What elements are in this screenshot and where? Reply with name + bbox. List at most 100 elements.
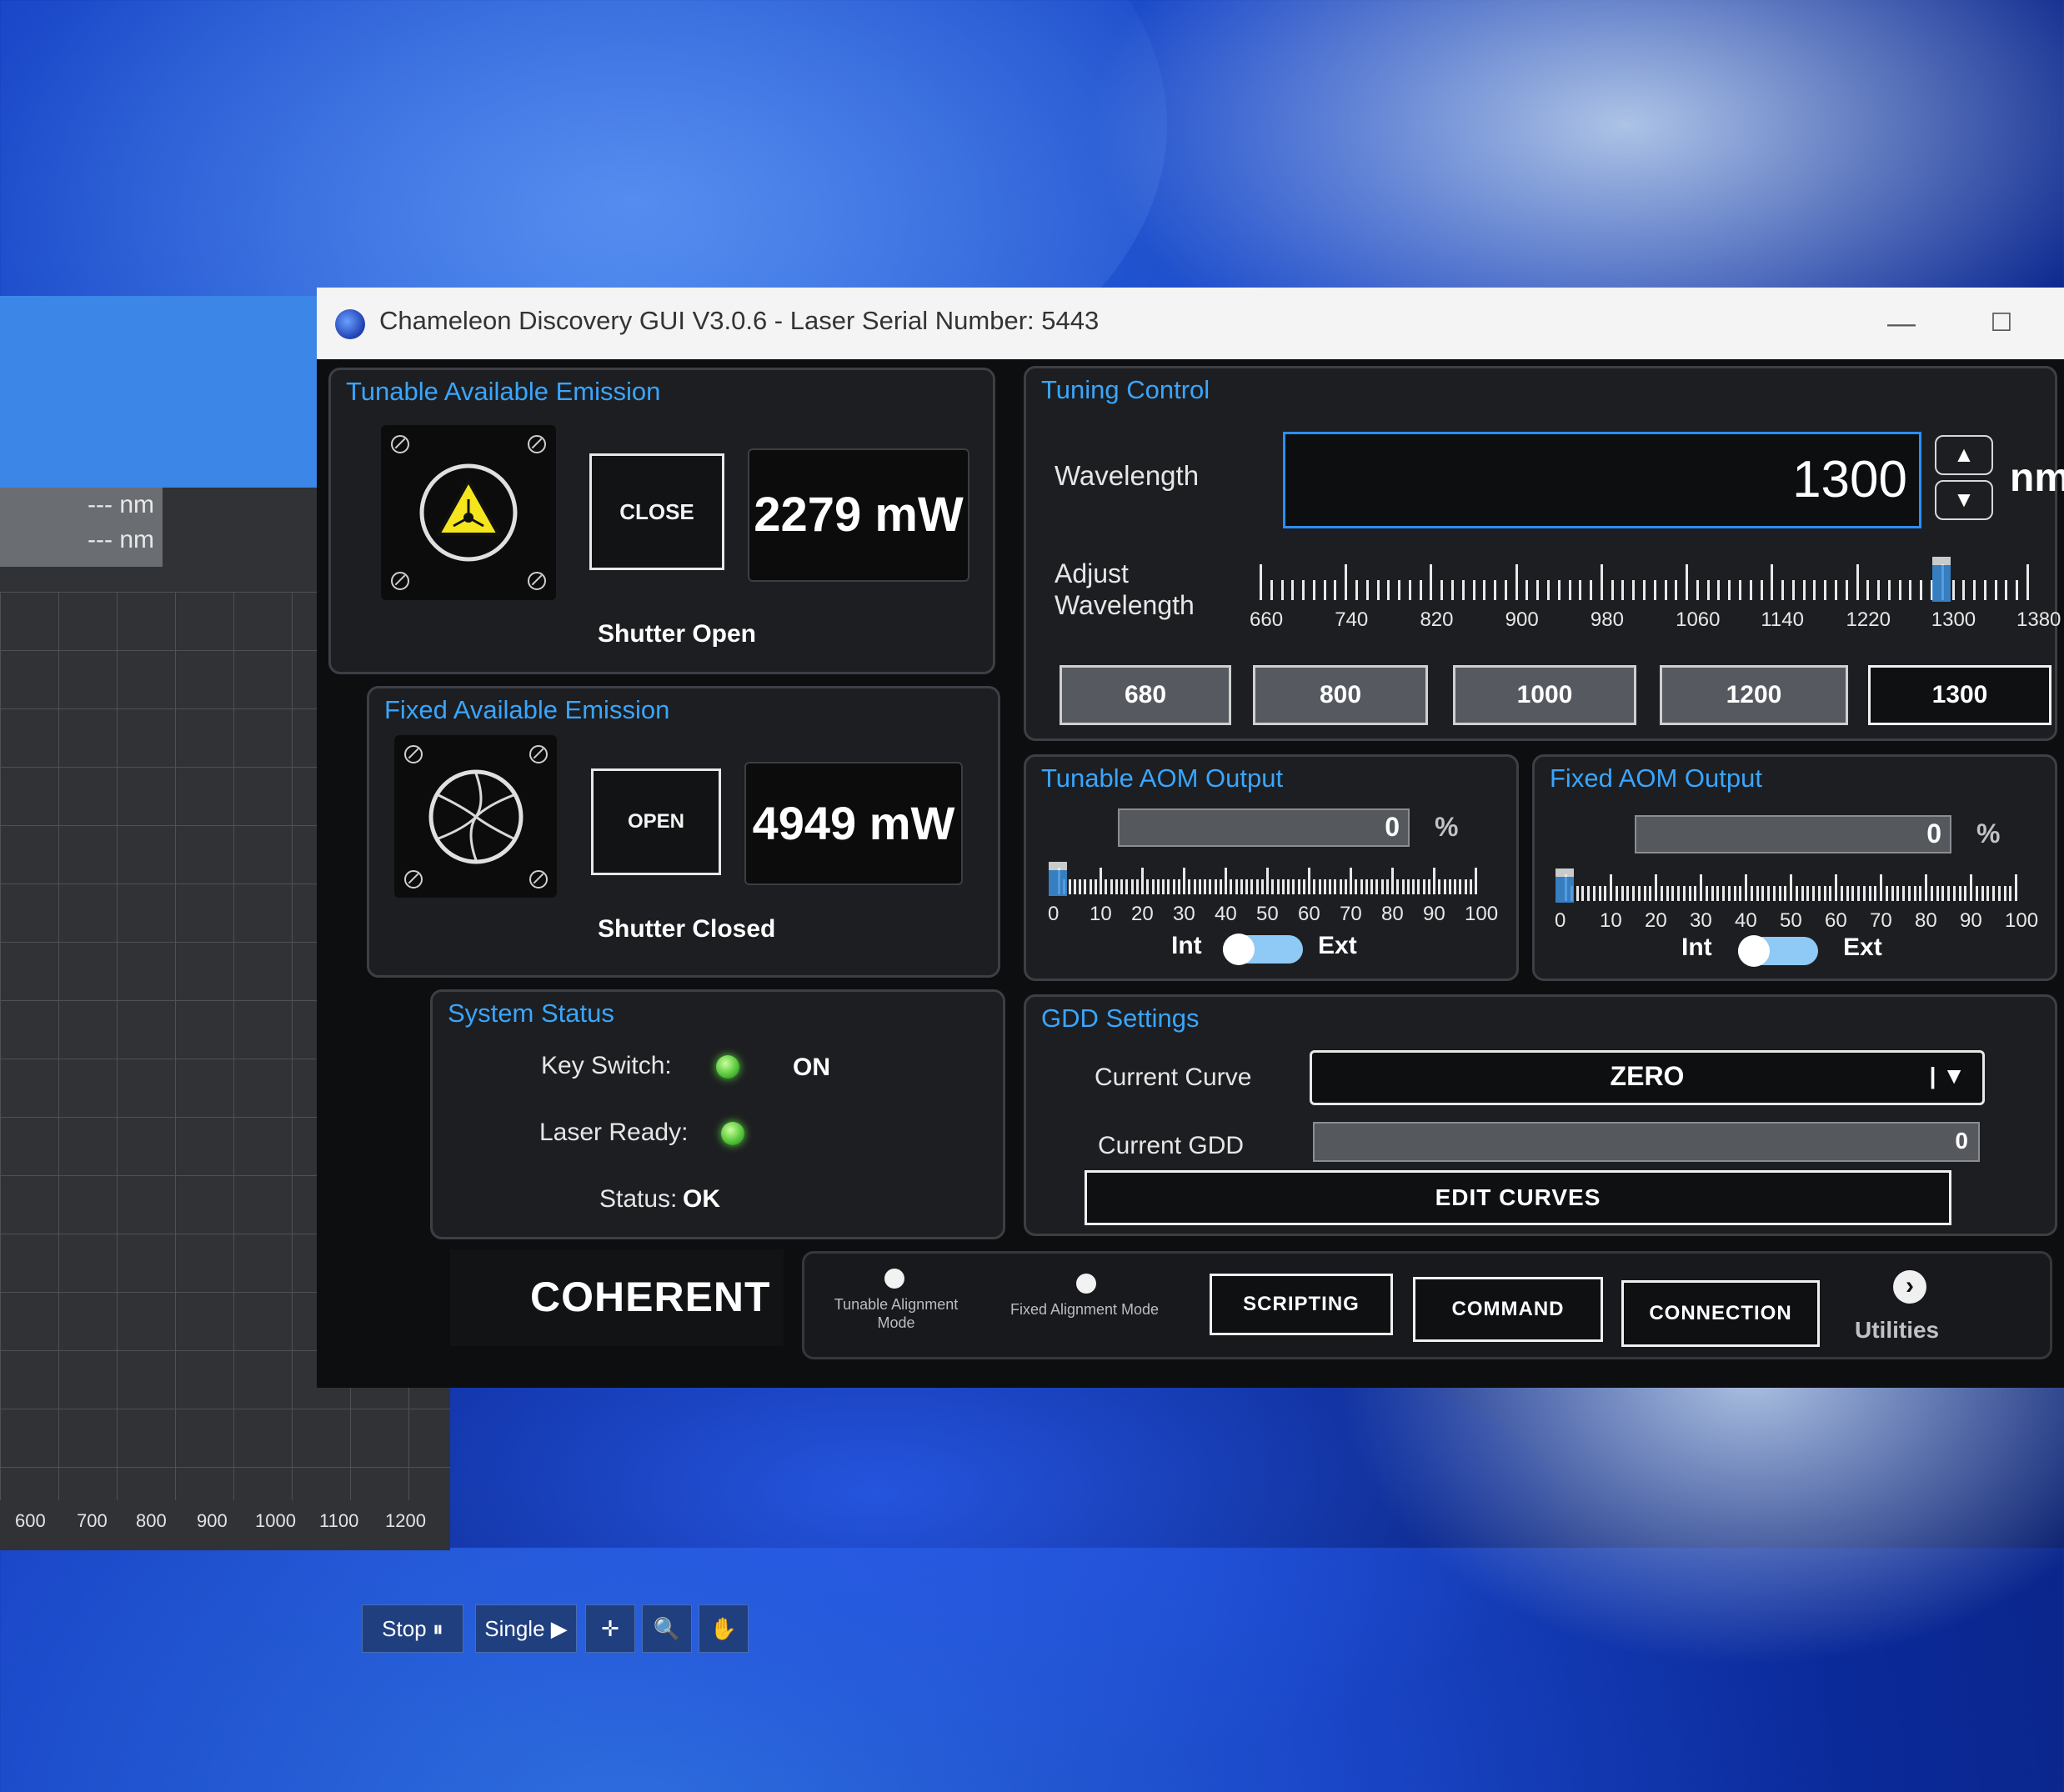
- ruler-tick: [1750, 886, 1753, 901]
- preset-680-button[interactable]: 680: [1060, 665, 1231, 725]
- ruler-tick: [1430, 563, 1433, 600]
- tunable-int-ext-toggle[interactable]: [1223, 934, 1303, 965]
- ruler-tick: [1260, 879, 1264, 894]
- ruler-label: 60: [1825, 909, 1847, 932]
- maximize-button[interactable]: ☐: [1981, 303, 2022, 344]
- ruler-tick: [1120, 879, 1123, 894]
- shutter-status: Shutter Open: [598, 620, 757, 648]
- aperture-icon: [428, 769, 524, 864]
- ruler-tick: [1302, 580, 1305, 600]
- ruler-tick: [1494, 580, 1497, 600]
- ruler-tick: [1880, 874, 1882, 901]
- ruler-tick: [1260, 563, 1262, 600]
- ruler-tick: [1941, 886, 1945, 901]
- minimize-button[interactable]: —: [1881, 303, 1922, 344]
- ruler-tick: [1733, 886, 1736, 901]
- wavelength-label: Wavelength: [1055, 460, 1200, 491]
- zoom-icon[interactable]: 🔍: [642, 1604, 692, 1653]
- ruler-tick: [1653, 580, 1656, 600]
- fixed-alignment-toggle[interactable]: [1076, 1274, 1096, 1294]
- ruler-tick: [1767, 886, 1770, 901]
- ruler-tick: [1576, 886, 1579, 901]
- open-shutter-button[interactable]: OPEN: [591, 768, 721, 875]
- ruler-tick: [1781, 580, 1785, 600]
- bottom-toolbar: Tunable Alignment Mode Fixed Alignment M…: [802, 1251, 2052, 1359]
- ruler-tick: [1297, 879, 1300, 894]
- ruler-tick: [1749, 580, 1752, 600]
- ruler-tick: [1936, 886, 1939, 901]
- ruler-tick: [1188, 879, 1191, 894]
- ruler-tick: [1225, 868, 1227, 894]
- preset-800-button[interactable]: 800: [1253, 665, 1428, 725]
- ruler-tick: [1947, 886, 1950, 901]
- ruler-tick: [1504, 580, 1507, 600]
- ruler-tick: [1250, 879, 1254, 894]
- laser-ready-label: Laser Ready:: [539, 1119, 689, 1146]
- close-shutter-button[interactable]: CLOSE: [589, 453, 724, 570]
- ruler-tick: [1760, 580, 1763, 600]
- axis-tick-label: 700: [77, 1510, 108, 1531]
- ruler-tick: [1592, 886, 1596, 901]
- preset-1200-button[interactable]: 1200: [1660, 665, 1848, 725]
- fixed-aom-slider[interactable]: 0 10 20 30 40 50 60 70 80 90 100: [1555, 868, 2038, 932]
- ruler-tick: [1840, 886, 1843, 901]
- adjust-label: Adjust: [1055, 558, 1129, 588]
- ruler-tick: [1643, 886, 1646, 901]
- ruler-tick: [1380, 879, 1384, 894]
- command-button[interactable]: COMMAND: [1413, 1277, 1603, 1342]
- ruler-tick: [1525, 580, 1529, 600]
- scripting-button[interactable]: SCRIPTING: [1210, 1274, 1393, 1335]
- ruler-tick: [1727, 886, 1731, 901]
- ruler-tick: [1365, 879, 1368, 894]
- ruler-tick: [1427, 879, 1430, 894]
- ruler-tick: [1862, 886, 1866, 901]
- ruler-tick: [1406, 879, 1410, 894]
- ruler-tick: [1105, 879, 1108, 894]
- ruler-tick: [1339, 879, 1342, 894]
- wavelength-down-button[interactable]: ▼: [1935, 480, 1993, 520]
- slider-thumb[interactable]: [1931, 557, 1951, 602]
- crosshair-icon[interactable]: ✛: [585, 1604, 635, 1653]
- ruler-tick: [1130, 879, 1134, 894]
- wavelength-up-button[interactable]: ▲: [1935, 435, 1993, 475]
- slider-thumb[interactable]: [1556, 868, 1574, 903]
- ruler-tick: [1146, 879, 1150, 894]
- ruler-tick: [1334, 580, 1337, 600]
- curve-select[interactable]: ZERO | ▼: [1310, 1050, 1985, 1105]
- wavelength-input[interactable]: 1300: [1283, 432, 1921, 528]
- ruler-tick: [1677, 886, 1680, 901]
- tunable-alignment-toggle[interactable]: [884, 1269, 904, 1289]
- spectrum-controls: Stop ⏸ Single ▶ ✛ 🔍 ✋: [358, 1604, 784, 1654]
- ruler-tick: [2016, 580, 2019, 600]
- ruler-tick: [1951, 580, 1955, 600]
- slider-thumb[interactable]: [1049, 862, 1067, 896]
- ruler-tick: [1135, 879, 1139, 894]
- utilities-icon[interactable]: ›: [1893, 1270, 1926, 1304]
- single-button[interactable]: Single ▶: [475, 1604, 577, 1653]
- ruler-tick: [1986, 886, 1990, 901]
- stop-button[interactable]: Stop ⏸: [362, 1604, 463, 1653]
- panel-title: Tunable AOM Output: [1041, 763, 1284, 793]
- tunable-aom-slider[interactable]: 0 10 20 30 40 50 60 70 80 90 100: [1048, 862, 1498, 925]
- ruler-tick: [1204, 879, 1206, 894]
- preset-1000-button[interactable]: 1000: [1453, 665, 1636, 725]
- ruler-tick: [1806, 886, 1810, 901]
- wavelength-slider[interactable]: 660 740 820 900 980 1060 1140 1220 1300 1380: [1250, 557, 2061, 643]
- panel-title: System Status: [448, 999, 614, 1028]
- edit-curves-button[interactable]: EDIT CURVES: [1085, 1170, 1951, 1225]
- ruler-tick: [1705, 886, 1708, 901]
- connection-button[interactable]: CONNECTION: [1621, 1280, 1820, 1347]
- key-switch-value: ON: [793, 1054, 830, 1081]
- fixed-int-ext-toggle[interactable]: [1738, 935, 1818, 967]
- preset-1300-button[interactable]: 1300: [1868, 665, 2051, 725]
- ruler-tick: [1896, 886, 1900, 901]
- client-area: Tunable Available Emission CLOSE 2279 mW…: [317, 359, 2064, 1388]
- ruler-tick: [1355, 879, 1358, 894]
- ruler-tick: [1345, 563, 1348, 600]
- ruler-tick: [1440, 580, 1444, 600]
- key-switch-led: [716, 1055, 739, 1079]
- ruler-tick: [1448, 879, 1451, 894]
- hand-icon[interactable]: ✋: [699, 1604, 749, 1653]
- panel-title: GDD Settings: [1041, 1004, 1200, 1033]
- current-curve-label: Current Curve: [1095, 1064, 1252, 1091]
